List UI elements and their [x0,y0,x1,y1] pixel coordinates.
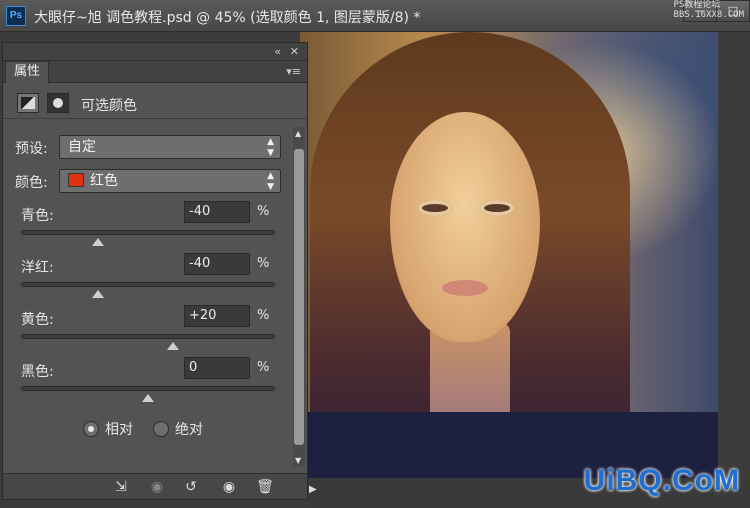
forum-watermark: PS教程论坛 BBS.16XX8.COM [674,0,744,20]
yellow-input[interactable]: +20 [184,305,250,327]
adjustment-icon[interactable] [17,93,39,113]
color-swatch [68,173,84,187]
percent-unit: % [257,308,270,323]
slider-label: 青色: [21,208,54,224]
slider-label: 黑色: [21,364,54,380]
panel-menu-icon[interactable]: ▾≡ [286,65,301,78]
collapse-icon[interactable]: « [274,45,281,58]
radio-dot-selected[interactable] [83,421,99,437]
panel-titlebar: « ✕ [3,43,307,61]
adjustment-header: 可选颜色 [3,87,307,119]
color-label: 颜色: [15,175,48,191]
visibility-eye-icon[interactable]: ◉ [217,478,241,496]
trash-icon[interactable]: 🗑 [253,478,277,496]
watermark-line-2: BBS.16XX8.COM [673,10,744,20]
percent-unit: % [257,204,270,219]
preset-select[interactable]: 自定 ▲ ▼ [59,135,281,159]
site-logo-watermark: UiBQ.CoM [583,464,740,497]
black-track[interactable] [21,386,275,402]
cyan-slider-knob[interactable] [91,238,104,246]
scroll-thumb[interactable] [294,149,304,445]
select-arrows-icon: ▲ ▼ [267,137,274,158]
photo-eye-left [418,200,452,216]
layer-mask-icon[interactable] [47,93,69,113]
panel-scrollbar[interactable]: ▲ ▼ [293,127,305,467]
radio-absolute[interactable]: 绝对 [153,419,203,439]
magenta-track[interactable] [21,282,275,298]
watermark-line-1: PS教程论坛 [673,0,721,10]
percent-unit: % [257,256,270,271]
color-value: 红色 [90,173,118,189]
radio-label: 相对 [105,422,133,438]
tab-properties[interactable]: 属性 [5,61,50,83]
yellow-track[interactable] [21,334,275,350]
cyan-input[interactable]: -40 [184,201,250,223]
yellow-slider-knob[interactable] [167,342,180,350]
preset-label: 预设: [15,141,48,157]
properties-panel: « ✕ 属性 ▾≡ 可选颜色 预设: 自定 ▲ ▼ 颜色: 红色 ▲ ▼ 青色: -… [2,42,308,500]
magenta-slider-knob[interactable] [91,290,104,298]
status-arrow-icon[interactable]: ▶ [309,484,317,495]
scroll-down-icon[interactable]: ▼ [295,456,301,465]
panel-bottom-toolbar: ⇲ ◉ ↺ ◉ 🗑 [3,473,307,499]
slider-label: 黄色: [21,312,54,328]
title-bar: Ps 大眼仔~旭 调色教程.psd @ 45% (选取颜色 1, 图层蒙版/8)… [0,0,750,32]
photoshop-app-icon: Ps [6,6,26,26]
black-input[interactable]: 0 [184,357,250,379]
view-previous-icon[interactable]: ◉ [145,478,169,496]
reset-icon[interactable]: ↺ [179,478,203,496]
percent-unit: % [257,360,270,375]
photo-lips [442,280,488,296]
preset-value: 自定 [68,139,96,155]
panel-tab-row: 属性 ▾≡ [3,61,307,83]
select-arrows-icon: ▲ ▼ [267,171,274,192]
adjustment-title: 可选颜色 [81,98,137,114]
clip-to-layer-icon[interactable]: ⇲ [109,478,133,496]
photo-face [390,112,540,342]
close-icon[interactable]: ✕ [290,45,299,58]
radio-label: 绝对 [175,422,203,438]
radio-dot[interactable] [153,421,169,437]
photo-eye-right [480,200,514,216]
magenta-input[interactable]: -40 [184,253,250,275]
document-title: 大眼仔~旭 调色教程.psd @ 45% (选取颜色 1, 图层蒙版/8) * [34,10,421,26]
cyan-track[interactable] [21,230,275,246]
document-canvas[interactable] [300,32,718,478]
scroll-up-icon[interactable]: ▲ [295,129,301,138]
black-slider-knob[interactable] [142,394,154,402]
color-select[interactable]: 红色 ▲ ▼ [59,169,281,193]
radio-relative[interactable]: 相对 [83,419,133,439]
slider-label: 洋红: [21,260,54,276]
